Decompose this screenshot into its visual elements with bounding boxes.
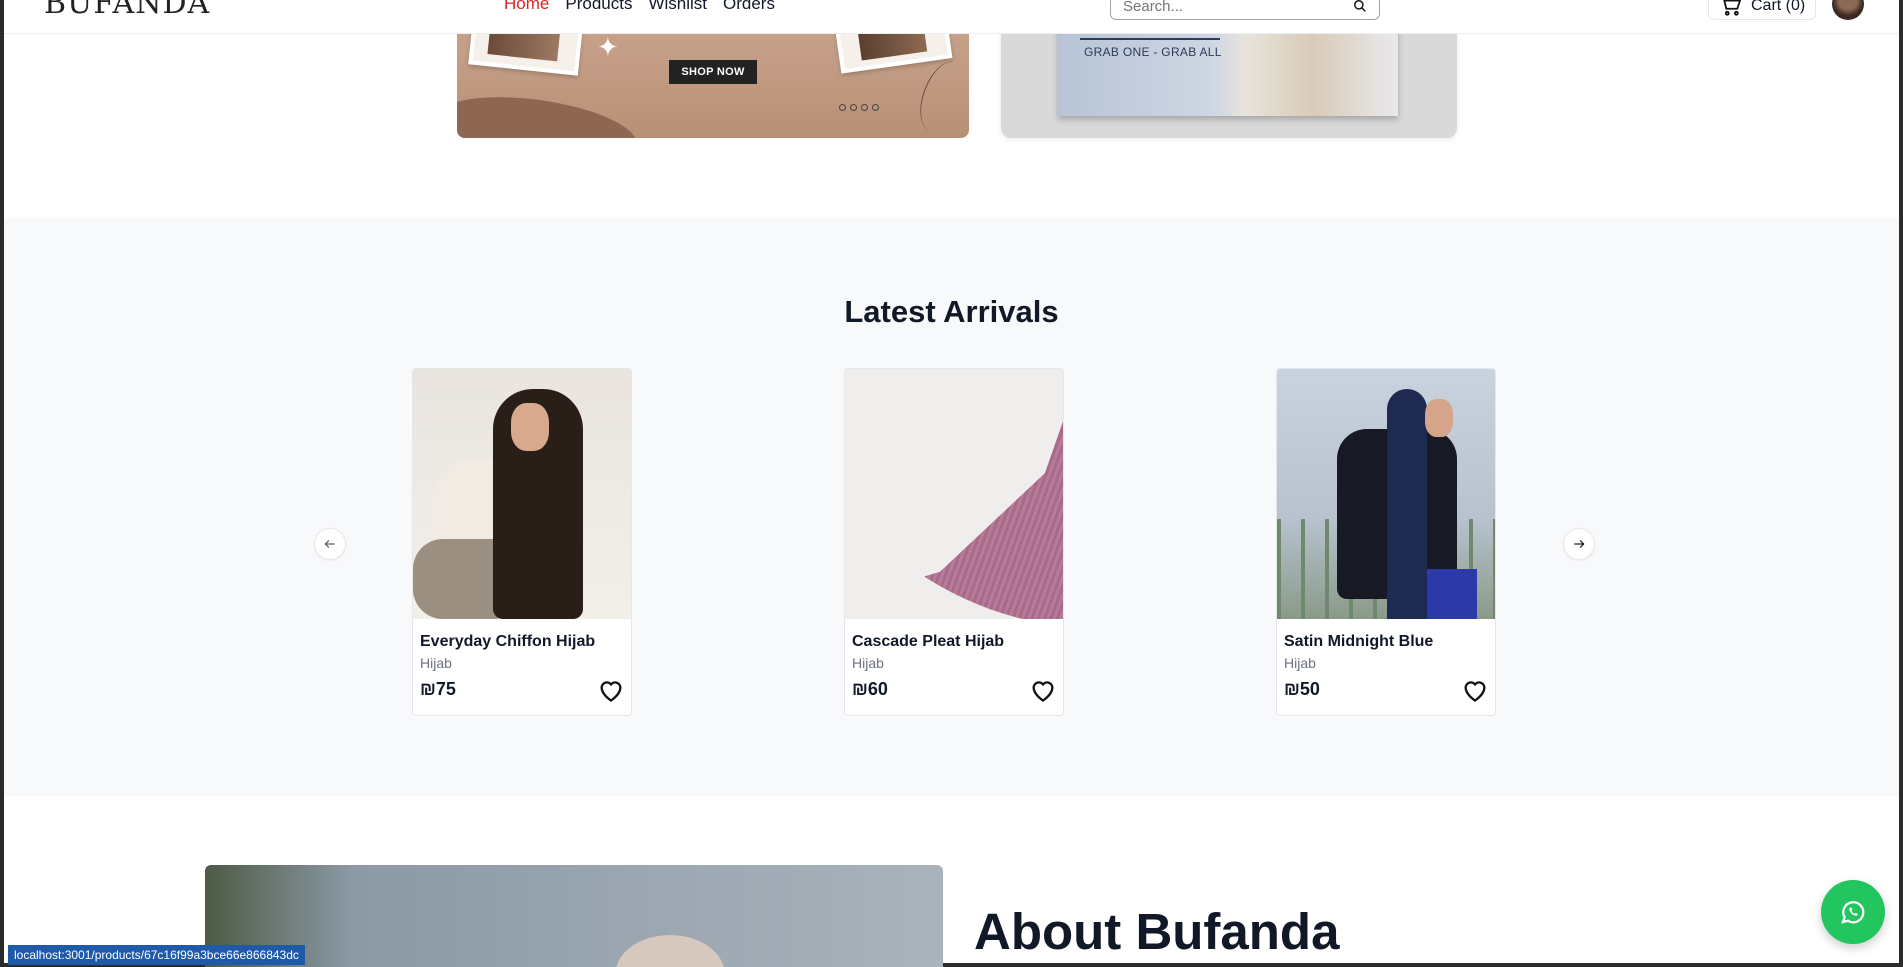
product-price: ₪50 — [1284, 679, 1320, 699]
decorative-shape — [457, 86, 641, 138]
product-category: Hijab — [852, 655, 884, 671]
product-title[interactable]: Satin Midnight Blue — [1284, 633, 1433, 651]
carousel-dots — [839, 104, 879, 111]
search-box — [1110, 0, 1380, 20]
product-title[interactable]: Everyday Chiffon Hijab — [420, 633, 595, 651]
avatar[interactable] — [1832, 0, 1864, 20]
product-category: Hijab — [420, 655, 452, 671]
carousel-prev-button[interactable] — [314, 528, 346, 560]
product-image[interactable] — [1277, 369, 1495, 619]
product-price: ₪60 — [852, 679, 888, 699]
cart-icon — [1723, 0, 1741, 16]
promo-banner-left[interactable]: ✦ SHOP NOW — [457, 20, 969, 138]
site-header: BUFANDA Home Products Wishlist Orders Ca… — [4, 0, 1899, 34]
about-image — [205, 865, 943, 967]
product-image[interactable] — [413, 369, 631, 619]
search-icon[interactable] — [1353, 0, 1367, 13]
heart-icon[interactable] — [1461, 677, 1489, 703]
arrow-left-icon — [324, 540, 335, 548]
product-card[interactable]: Satin Midnight Blue Hijab ₪50 — [1276, 368, 1496, 716]
carousel-dot[interactable] — [861, 104, 868, 111]
product-price: ₪75 — [420, 679, 456, 699]
heart-icon[interactable] — [597, 677, 625, 703]
arrow-right-icon — [1574, 540, 1585, 548]
leaf-decoration — [911, 55, 969, 138]
whatsapp-button[interactable] — [1821, 880, 1885, 944]
latest-arrivals-section: Latest Arrivals Everyday Chiffon Hijab H… — [4, 218, 1899, 796]
promo-banner-right[interactable]: WINTER SALE GRAB ONE - GRAB ALL — [1001, 14, 1457, 138]
winter-sale-image: WINTER SALE GRAB ONE - GRAB ALL — [1058, 14, 1398, 116]
cart-button[interactable]: Cart (0) — [1708, 0, 1817, 20]
sparkle-icon: ✦ — [597, 32, 619, 62]
search-input[interactable] — [1111, 0, 1331, 19]
product-card[interactable]: Cascade Pleat Hijab Hijab ₪60 — [844, 368, 1064, 716]
carousel-next-button[interactable] — [1563, 528, 1595, 560]
about-title: About Bufanda — [974, 903, 1340, 960]
carousel-dot[interactable] — [839, 104, 846, 111]
whatsapp-icon — [1841, 901, 1865, 924]
heart-icon[interactable] — [1029, 677, 1057, 703]
carousel-dot[interactable] — [850, 104, 857, 111]
product-card[interactable]: Everyday Chiffon Hijab Hijab ₪75 — [412, 368, 632, 716]
cart-label: Cart (0) — [1751, 0, 1806, 14]
product-category: Hijab — [1284, 655, 1316, 671]
shop-now-button[interactable]: SHOP NOW — [669, 60, 757, 84]
product-image[interactable] — [845, 369, 1063, 619]
logo[interactable]: BUFANDA — [44, 0, 210, 21]
product-title[interactable]: Cascade Pleat Hijab — [852, 633, 1004, 651]
main-nav: Home Products Wishlist Orders — [504, 0, 775, 14]
nav-home[interactable]: Home — [504, 0, 549, 14]
nav-products[interactable]: Products — [565, 0, 632, 14]
nav-orders[interactable]: Orders — [723, 0, 775, 14]
status-bar-url: localhost:3001/products/67c16f99a3bce66e… — [8, 945, 305, 965]
sale-subtitle: GRAB ONE - GRAB ALL — [1084, 45, 1222, 59]
section-title: Latest Arrivals — [844, 294, 1059, 329]
divider — [1080, 38, 1220, 40]
carousel-dot[interactable] — [872, 104, 879, 111]
nav-wishlist[interactable]: Wishlist — [648, 0, 707, 14]
